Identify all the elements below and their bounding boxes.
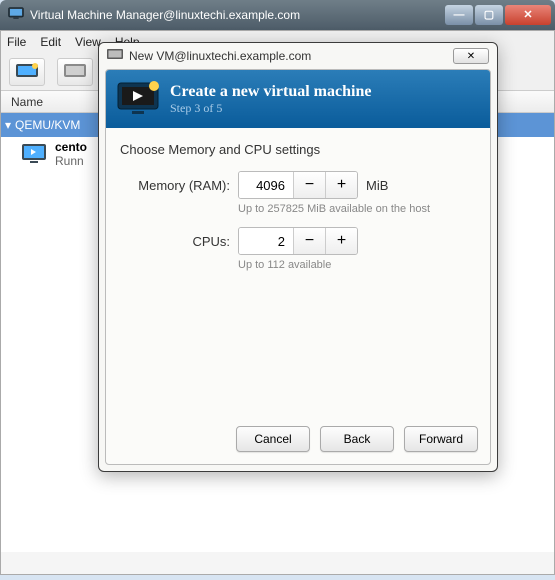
new-vm-toolbar-button[interactable] <box>9 58 45 86</box>
connection-label: QEMU/KVM <box>15 118 80 132</box>
memory-hint: Up to 257825 MiB available on the host <box>238 203 476 215</box>
memory-label: Memory (RAM): <box>120 178 230 193</box>
wizard-banner-icon <box>116 81 160 117</box>
menu-edit[interactable]: Edit <box>40 35 61 49</box>
open-vm-toolbar-button[interactable] <box>57 58 93 86</box>
cpu-decrement-button[interactable]: − <box>293 228 325 254</box>
vm-status: Runn <box>55 154 87 168</box>
wizard-step: Step 3 of 5 <box>170 101 371 116</box>
forward-button[interactable]: Forward <box>404 426 478 452</box>
wizard-heading: Create a new virtual machine <box>170 83 371 101</box>
memory-increment-button[interactable]: + <box>325 172 357 198</box>
minimize-button[interactable]: — <box>445 5 473 25</box>
window-titlebar[interactable]: Virtual Machine Manager@linuxtechi.examp… <box>0 0 555 30</box>
cpu-spinbox: − + <box>238 227 358 255</box>
back-button[interactable]: Back <box>320 426 394 452</box>
dialog-close-button[interactable]: ✕ <box>453 48 489 64</box>
new-vm-dialog: New VM@linuxtechi.example.com ✕ Create a… <box>98 42 498 472</box>
memory-decrement-button[interactable]: − <box>293 172 325 198</box>
memory-spinbox: − + <box>238 171 358 199</box>
chevron-down-icon: ▾ <box>5 118 11 132</box>
vm-name: cento <box>55 140 87 154</box>
dialog-titlebar[interactable]: New VM@linuxtechi.example.com ✕ <box>99 43 497 69</box>
wizard-banner: Create a new virtual machine Step 3 of 5 <box>106 70 490 128</box>
dialog-title: New VM@linuxtechi.example.com <box>129 49 453 63</box>
app-icon <box>8 7 24 23</box>
memory-input[interactable] <box>239 172 293 198</box>
cpu-label: CPUs: <box>120 234 230 249</box>
dialog-icon <box>107 49 123 63</box>
maximize-button[interactable]: ▢ <box>475 5 503 25</box>
cpu-increment-button[interactable]: + <box>325 228 357 254</box>
window-title: Virtual Machine Manager@linuxtechi.examp… <box>30 8 445 22</box>
cancel-button[interactable]: Cancel <box>236 426 310 452</box>
menu-view[interactable]: View <box>75 35 101 49</box>
window-close-button[interactable]: ✕ <box>505 5 551 25</box>
vm-icon <box>21 143 47 165</box>
cpu-hint: Up to 112 available <box>238 259 476 271</box>
menu-file[interactable]: File <box>7 35 26 49</box>
cpu-input[interactable] <box>239 228 293 254</box>
section-heading: Choose Memory and CPU settings <box>120 142 476 157</box>
memory-unit: MiB <box>366 178 388 193</box>
